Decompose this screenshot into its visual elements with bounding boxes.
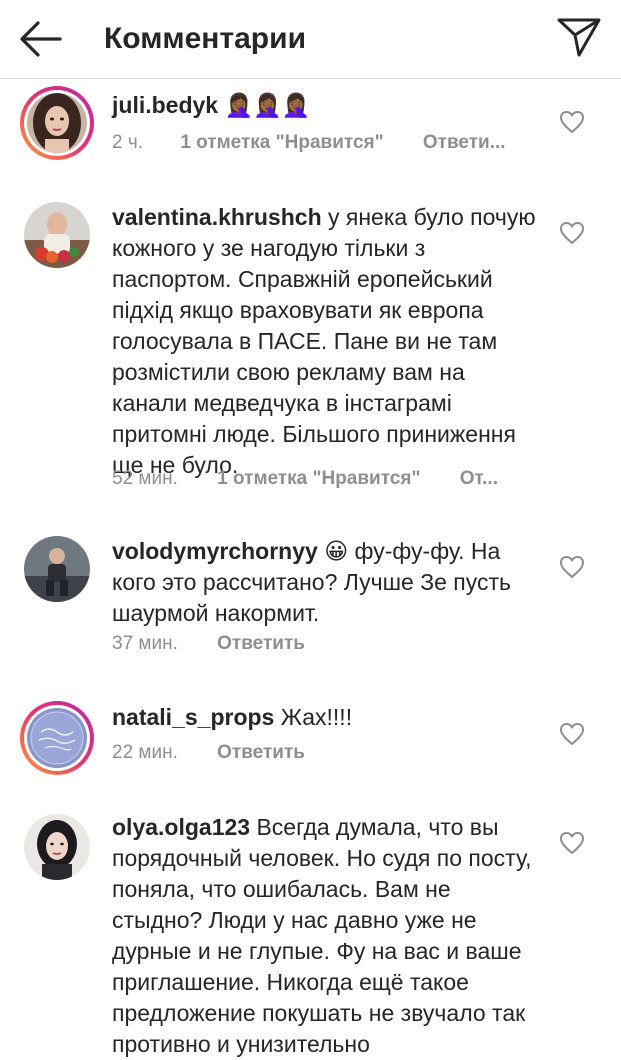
avatar[interactable] — [24, 202, 90, 268]
reply-button[interactable]: Ответить — [217, 633, 305, 654]
comment-username[interactable]: olya.olga123 — [112, 814, 250, 840]
comment-username[interactable]: valentina.khrushch — [112, 204, 322, 230]
likes-count[interactable]: 1 отметка "Нравится" — [217, 468, 420, 489]
comment-time: 2 ч. — [112, 132, 144, 153]
heart-icon[interactable] — [559, 110, 585, 134]
comment-username[interactable]: natali_s_props — [112, 704, 274, 730]
comment-item: olya.olga123 Всегда думала, что вы поряд… — [0, 812, 621, 1057]
reply-button[interactable]: От... — [460, 468, 498, 489]
comment-item: volodymyrchornyy 😀 фу-фу-фу. На кого это… — [0, 536, 621, 660]
comment-username[interactable]: juli.bedyk — [112, 92, 218, 118]
back-button[interactable] — [18, 19, 64, 59]
comment-meta: 37 мин. Ответить — [112, 632, 305, 656]
avatar[interactable] — [20, 86, 94, 160]
heart-icon[interactable] — [559, 722, 585, 746]
avatar[interactable] — [24, 536, 90, 602]
arrow-left-icon — [20, 21, 62, 57]
avatar[interactable] — [20, 701, 94, 775]
comment-item: juli.bedyk 🤦🏾‍♀️🤦🏾‍♀️🤦🏾‍♀️ 2 ч. 1 отметк… — [0, 86, 621, 176]
comment-meta: 22 мин. Ответить — [112, 741, 305, 765]
comment-text: Жах!!!! — [280, 704, 353, 730]
comment-time: 37 мин. — [112, 633, 178, 654]
comment-item: valentina.khrushch у янека було почую ко… — [0, 202, 621, 492]
comment-time: 52 мин. — [112, 468, 178, 489]
share-button[interactable] — [556, 16, 602, 58]
reply-button[interactable]: Ответить — [217, 742, 305, 763]
reply-button[interactable]: Ответи... — [423, 132, 506, 153]
likes-count[interactable]: 1 отметка "Нравится" — [180, 132, 383, 153]
paper-plane-icon — [557, 18, 601, 57]
comment-item: natali_s_props Жах!!!! 22 мин. Ответить — [0, 701, 621, 781]
heart-icon[interactable] — [559, 221, 585, 245]
heart-icon[interactable] — [559, 555, 585, 579]
comment-meta: 2 ч. 1 отметка "Нравится" Ответи... — [112, 131, 506, 155]
comment-text: у янека було почую кожного у зе нагодую … — [112, 204, 536, 478]
page-title: Комментарии — [104, 22, 307, 55]
avatar[interactable] — [24, 814, 90, 880]
comment-text: Всегда думала, что вы порядочный человек… — [112, 814, 532, 1057]
comment-text: 🤦🏾‍♀️🤦🏾‍♀️🤦🏾‍♀️ — [224, 92, 311, 118]
comment-time: 22 мин. — [112, 742, 178, 763]
comment-username[interactable]: volodymyrchornyy — [112, 538, 318, 564]
top-bar: Комментарии — [0, 0, 621, 79]
comment-meta: 52 мин. 1 отметка "Нравится" От... — [112, 467, 498, 491]
heart-icon[interactable] — [559, 831, 585, 855]
